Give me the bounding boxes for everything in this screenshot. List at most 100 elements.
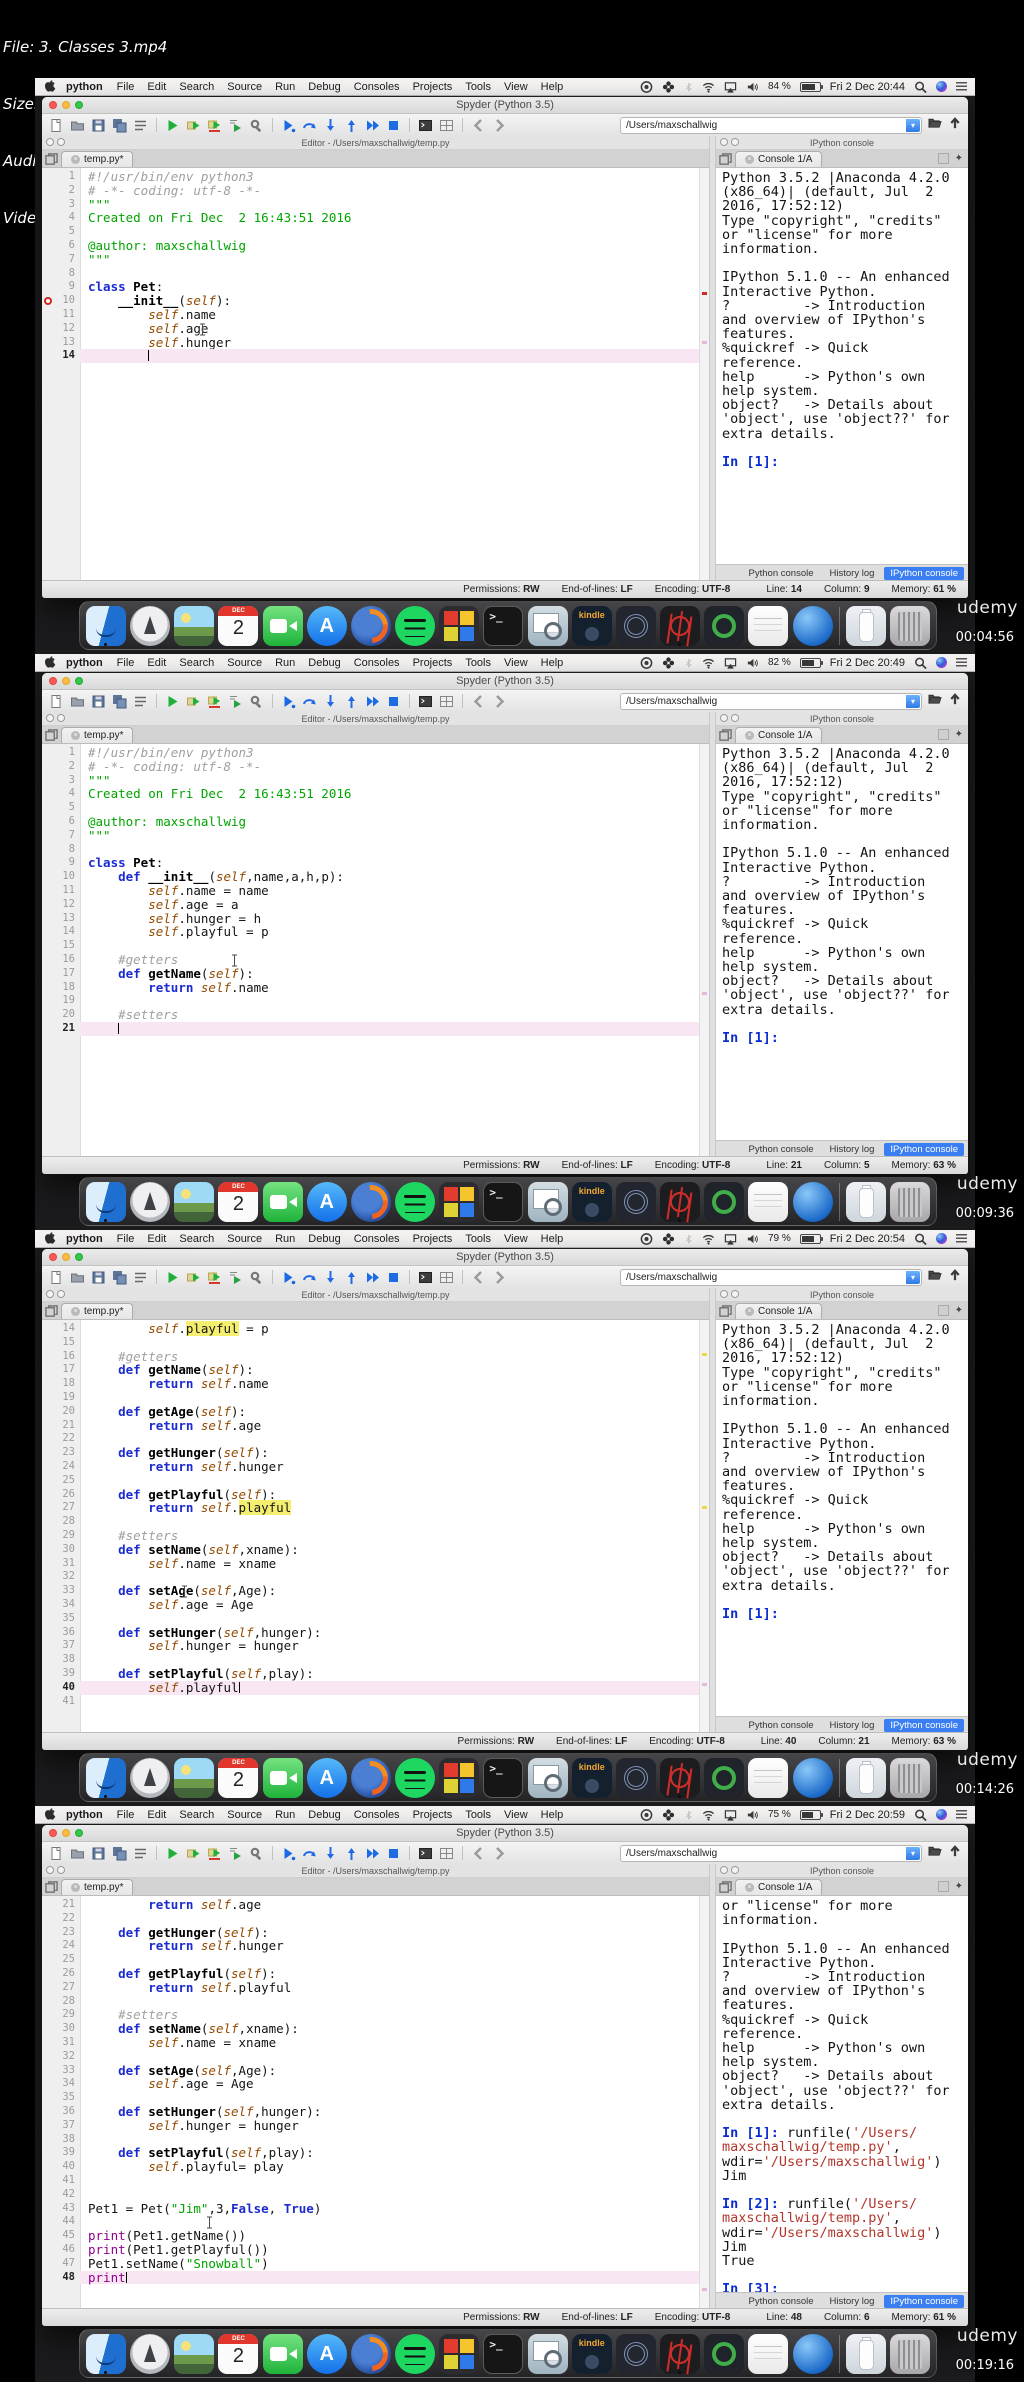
launcher-icon[interactable] [662, 656, 675, 670]
wifi-icon[interactable] [702, 1232, 715, 1246]
menu-edit[interactable]: Edit [147, 1233, 166, 1245]
console-output-area[interactable]: Python 3.5.2 |Anaconda 4.2.0 (x86_64)| (d… [716, 744, 968, 1140]
launchpad-dock-icon[interactable] [130, 1181, 171, 1222]
combobox-dropdown-icon[interactable]: ▾ [906, 1846, 920, 1860]
pane-undock-icon[interactable] [57, 1290, 65, 1298]
volume-icon[interactable] [746, 1808, 759, 1822]
save-file-button[interactable] [90, 117, 107, 134]
terminal-dock-icon[interactable] [483, 605, 524, 646]
open-file-button[interactable] [69, 693, 86, 710]
step-into-button[interactable] [322, 1845, 339, 1862]
code-line[interactable]: 39 def setPlayful(self,play): [42, 2146, 709, 2160]
apple-menu[interactable] [43, 78, 56, 96]
app-menu[interactable]: python [66, 81, 103, 93]
photos-dock-icon[interactable] [174, 605, 215, 646]
code-line[interactable]: 44 [42, 2215, 709, 2229]
minimize-window-button[interactable] [62, 1829, 70, 1837]
trash-dock-icon[interactable] [889, 1757, 930, 1798]
run-cell-advance-button[interactable] [206, 1845, 223, 1862]
parent-directory-button[interactable] [948, 116, 962, 135]
photos-dock-icon[interactable] [174, 1181, 215, 1222]
python-console-button[interactable] [417, 1845, 434, 1862]
code-line[interactable]: 39 def setPlayful(self,play): [42, 1667, 709, 1681]
menu-projects[interactable]: Projects [413, 81, 453, 93]
pane-options-icon[interactable] [46, 138, 54, 146]
bluesphere-dock-icon[interactable] [792, 2333, 833, 2374]
pane-undock-icon[interactable] [731, 1290, 739, 1298]
pane-undock-icon[interactable] [731, 138, 739, 146]
code-line[interactable]: 7 """ [42, 828, 709, 843]
code-line[interactable]: 8 [42, 843, 709, 857]
wifi-icon[interactable] [702, 80, 715, 94]
file-switcher-button[interactable] [132, 1845, 149, 1862]
run-selection-button[interactable] [227, 693, 244, 710]
browse-tabs-icon[interactable] [45, 1305, 58, 1317]
parent-directory-button[interactable] [948, 692, 962, 711]
screen-record-icon[interactable] [640, 1232, 653, 1246]
menu-edit[interactable]: Edit [147, 657, 166, 669]
code-line[interactable]: 11 self.name = name [42, 884, 709, 898]
code-line[interactable]: 24 return self.hunger [42, 1939, 709, 1953]
code-line[interactable]: 30 def setName(self,xname): [42, 2022, 709, 2036]
code-line[interactable]: 14 self.playful = p [42, 925, 709, 939]
code-line[interactable]: 43 Pet1 = Pet("Jim",3,False, True) [42, 2201, 709, 2216]
menu-help[interactable]: Help [541, 1809, 564, 1821]
code-line[interactable]: 16 #getters [42, 1349, 709, 1364]
save-all-button[interactable] [111, 117, 128, 134]
working-directory-combobox[interactable]: /Users/maxschallwig ▾ [620, 116, 922, 134]
run-cell-advance-button[interactable] [206, 693, 223, 710]
footer-tab-ipython-console[interactable]: IPython console [884, 566, 964, 580]
footer-tab-history-log[interactable]: History log [824, 1719, 881, 1732]
trash-dock-icon[interactable] [889, 1181, 930, 1222]
new-file-button[interactable] [48, 1269, 65, 1286]
calendar-dock-icon[interactable] [218, 1181, 259, 1222]
launcher-icon[interactable] [662, 1808, 675, 1822]
tab-temp-py[interactable]: × temp.py* [61, 151, 134, 167]
facetime-dock-icon[interactable] [262, 1181, 303, 1222]
minimize-window-button[interactable] [62, 1253, 70, 1261]
code-line[interactable]: 21 [42, 1021, 709, 1036]
run-cell-advance-button[interactable] [206, 117, 223, 134]
footer-tab-python-console[interactable]: Python console [743, 1143, 820, 1156]
firefox-dock-icon[interactable] [350, 1757, 391, 1798]
step-into-button[interactable] [322, 1269, 339, 1286]
menubar-clock[interactable]: Fri 2 Dec 20:59 [830, 1809, 905, 1821]
volume-icon[interactable] [746, 1232, 759, 1246]
bottle-dock-icon[interactable] [845, 1181, 886, 1222]
browse-directory-button[interactable] [927, 1268, 943, 1287]
combobox-dropdown-icon[interactable]: ▾ [906, 1270, 920, 1284]
screen-record-icon[interactable] [640, 656, 653, 670]
file-switcher-button[interactable] [132, 1269, 149, 1286]
forward-button[interactable] [491, 117, 508, 134]
spotify-dock-icon[interactable] [395, 2333, 436, 2374]
wifi-icon[interactable] [702, 1808, 715, 1822]
airplay-icon[interactable] [724, 656, 737, 670]
browse-tabs-icon[interactable] [719, 729, 732, 741]
notes-dock-icon[interactable] [748, 1757, 789, 1798]
step-over-button[interactable] [301, 693, 318, 710]
code-line[interactable]: 11 self.name [42, 308, 709, 322]
new-file-button[interactable] [48, 693, 65, 710]
calendar-dock-icon[interactable] [218, 605, 259, 646]
interrupt-kernel-icon[interactable] [937, 1305, 949, 1316]
tab-close-icon[interactable]: × [71, 1307, 80, 1316]
menu-search[interactable]: Search [179, 81, 214, 93]
code-line[interactable]: 41 [42, 2174, 709, 2188]
browse-tabs-icon[interactable] [719, 153, 732, 165]
footer-tab-python-console[interactable]: Python console [743, 1719, 820, 1732]
file-switcher-button[interactable] [132, 117, 149, 134]
code-line[interactable]: 6 @author: maxschallwig [42, 815, 709, 829]
step-return-button[interactable] [343, 1269, 360, 1286]
bluesphere-dock-icon[interactable] [792, 1757, 833, 1798]
interrupt-kernel-icon[interactable] [937, 153, 949, 164]
code-line[interactable]: 31 self.name = xname [42, 2036, 709, 2050]
code-line[interactable]: 38 [42, 2133, 709, 2147]
python-console-button[interactable] [417, 117, 434, 134]
code-line[interactable]: 17 def getName(self): [42, 1363, 709, 1377]
debug-file-button[interactable] [280, 693, 297, 710]
footer-tab-history-log[interactable]: History log [824, 1143, 881, 1156]
step-into-button[interactable] [322, 693, 339, 710]
step-return-button[interactable] [343, 117, 360, 134]
firefox-dock-icon[interactable] [350, 1181, 391, 1222]
back-button[interactable] [470, 693, 487, 710]
